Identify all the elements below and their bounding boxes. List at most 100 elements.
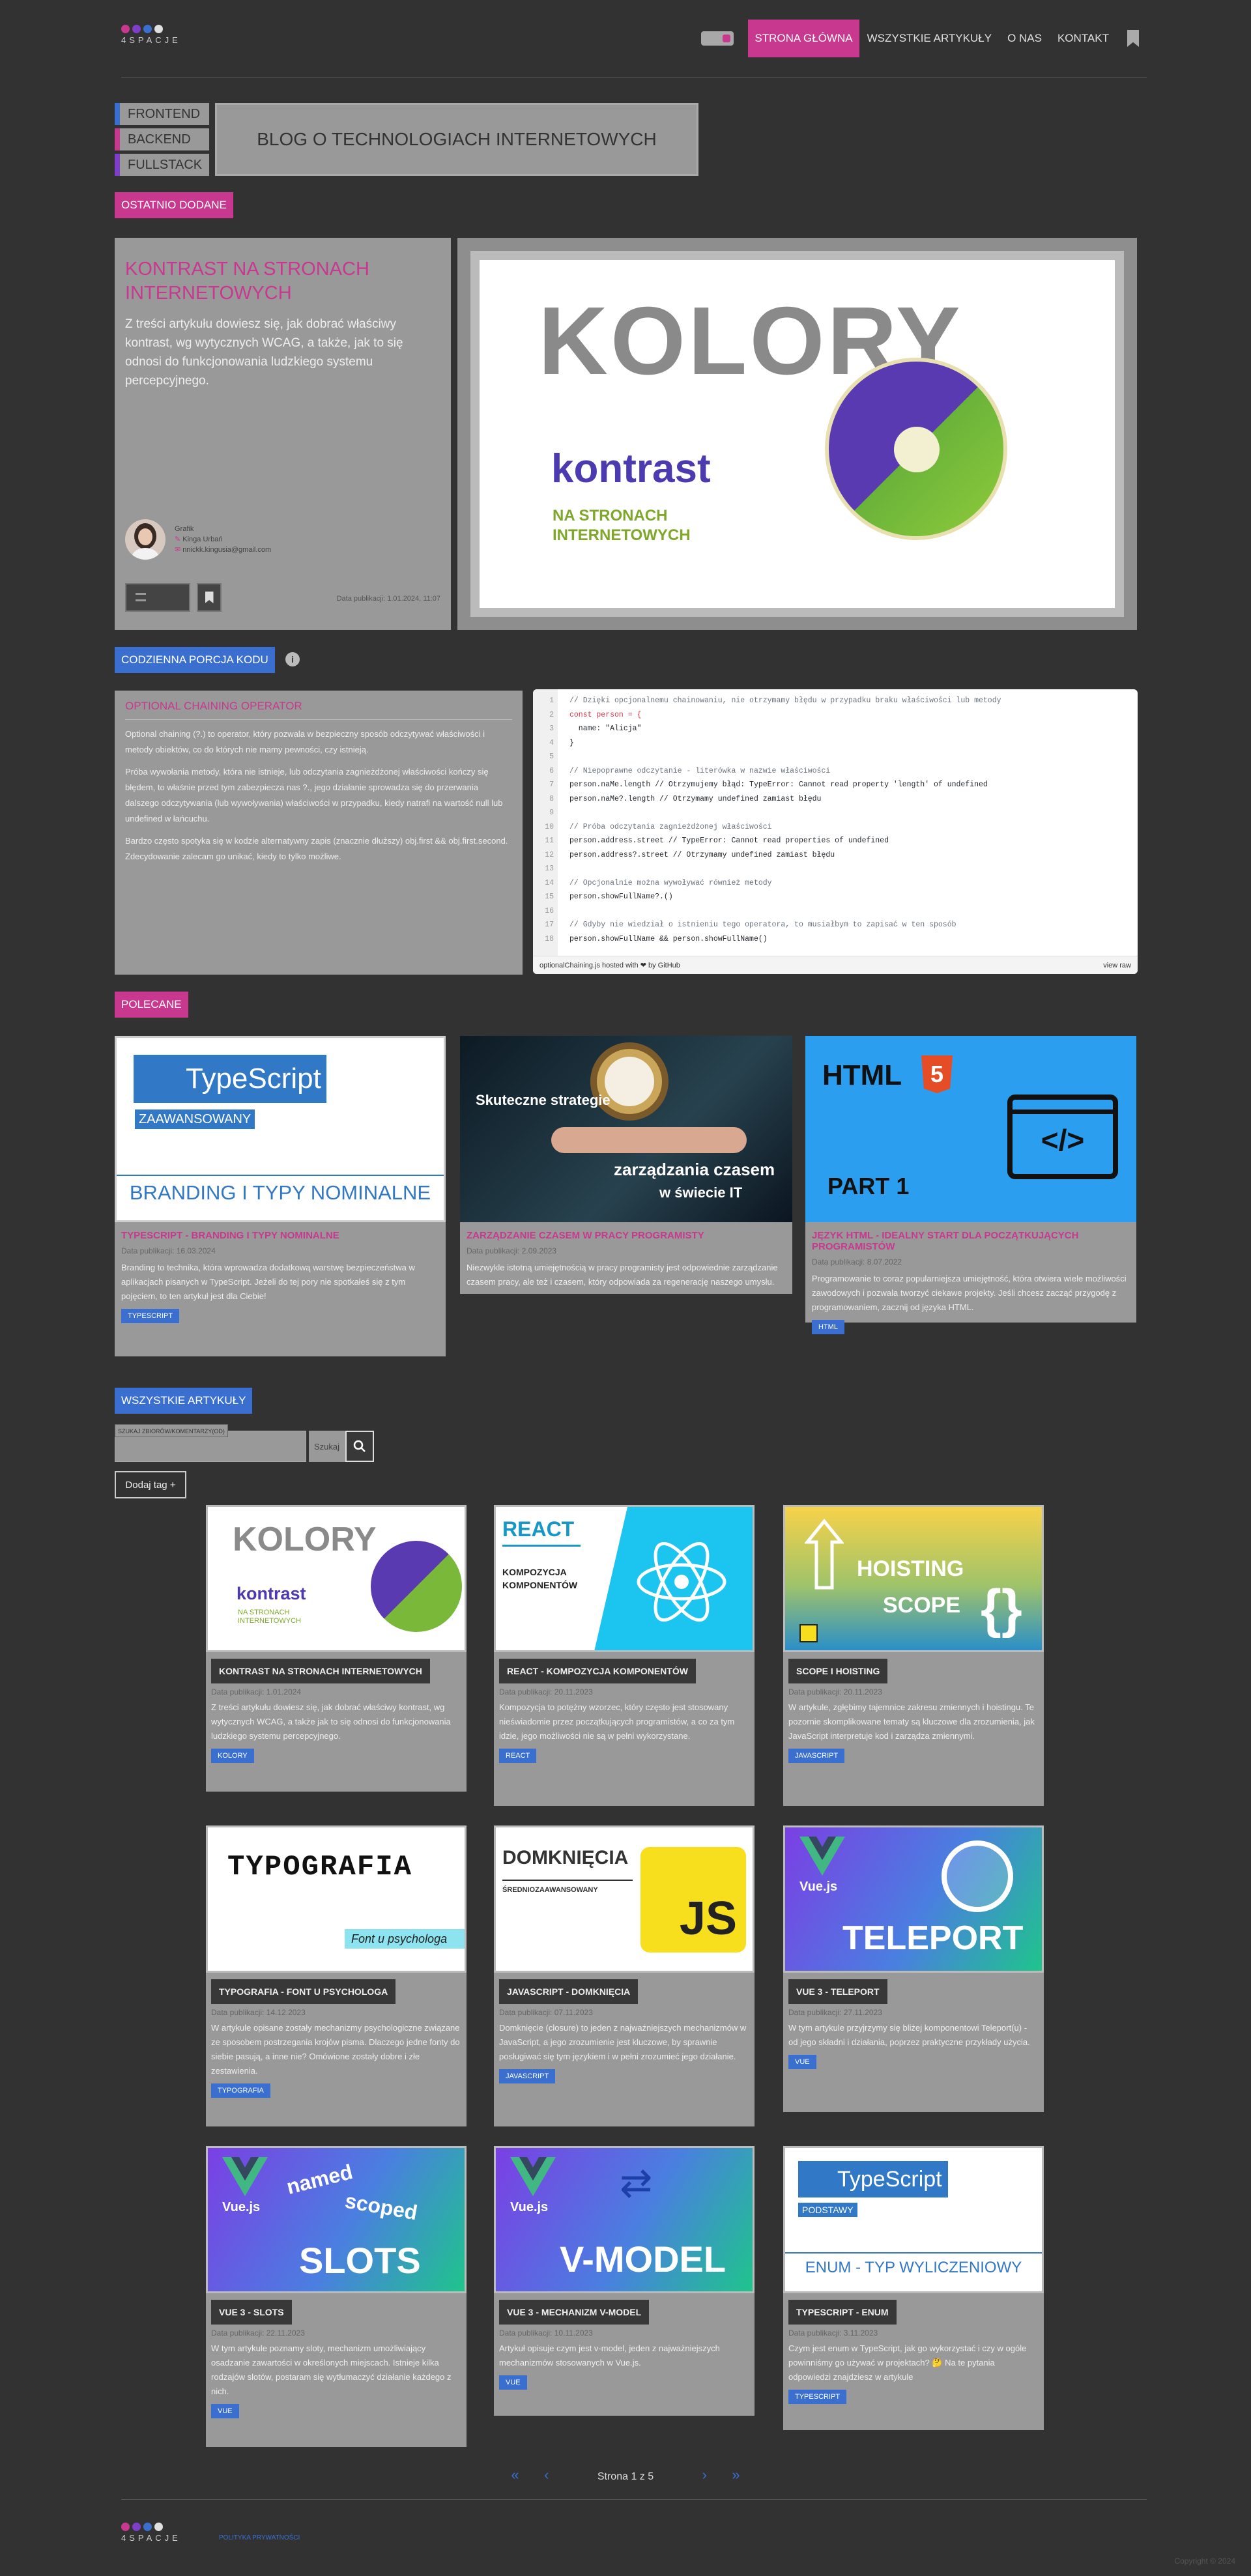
bookmark-icon[interactable]	[1127, 30, 1139, 47]
featured-card-title[interactable]: ZARZĄDZANIE CZASEM W PRACY PROGRAMISTY	[467, 1230, 786, 1241]
article-card-desc: Artykuł opisuje czym jest v-model, jeden…	[499, 2343, 720, 2368]
last-page-button[interactable]: »	[732, 2467, 740, 2483]
line-number: 15	[545, 893, 554, 901]
privacy-policy-link[interactable]: POLITYKA PRYWATNOŚCI	[219, 2534, 300, 2541]
vue-logo-icon	[510, 2157, 556, 2196]
bookmark-icon	[205, 592, 214, 603]
tag-frontend[interactable]: FRONTEND	[115, 103, 209, 125]
article-card-date: Data publikacji: 27.11.2023	[788, 2008, 882, 2017]
code-line: 11 person.address.street // TypeError: Ca…	[533, 835, 889, 848]
blog-title: BLOG O TECHNOLOGIACH INTERNETOWYCH	[215, 103, 698, 176]
featured-card-title[interactable]: JĘZYK HTML - IDEALNY START DLA POCZĄTKUJ…	[812, 1230, 1130, 1252]
article-card-desc: W tym artykule poznamy sloty, mechanizm …	[211, 2343, 452, 2396]
nav-contact[interactable]: KONTAKT	[1050, 20, 1117, 57]
code-text: // Próba odczytania zagnieżdżonej właści…	[569, 822, 772, 831]
image-word: TELEPORT	[842, 1919, 1024, 1957]
footer-logo[interactable]: 4SPACJE	[121, 2523, 181, 2543]
article-card[interactable]: Vue.js TELEPORT VUE 3 - TELEPORT Data pu…	[783, 1825, 1044, 2112]
site-logo[interactable]: 4SPACJE	[121, 25, 181, 45]
next-page-button[interactable]: ›	[702, 2467, 707, 2483]
recent-article-title[interactable]: KONTRAST NA STRONACH INTERNETOWYCH	[125, 257, 440, 306]
tag-button[interactable]: REACT	[499, 1749, 537, 1763]
tag-button[interactable]: JAVASCRIPT	[788, 1749, 845, 1763]
html-logo: HTML	[822, 1059, 902, 1091]
article-card-title[interactable]: VUE 3 - TELEPORT	[788, 1979, 887, 2004]
list-icon	[136, 593, 146, 601]
article-card[interactable]: HOISTING SCOPE {} SCOPE I HOISTING Data …	[783, 1505, 1044, 1806]
avatar	[125, 519, 165, 560]
article-card-desc: W tym artykule przyjrzymy się bliżej kom…	[788, 2023, 1030, 2047]
footer-divider	[121, 2499, 1147, 2500]
tag-button[interactable]: KOLORY	[211, 1749, 254, 1763]
line-number: 8	[549, 794, 554, 803]
first-page-button[interactable]: «	[511, 2467, 519, 2483]
article-card-title[interactable]: JAVASCRIPT - DOMKNIĘCIA	[499, 1979, 639, 2004]
article-card-title[interactable]: REACT - KOMPOZYCJA KOMPONENTÓW	[499, 1659, 696, 1683]
gist-file-link[interactable]: optionalChaining.js hosted with ❤ by Git…	[539, 961, 680, 969]
author-role: Grafik	[175, 525, 194, 533]
image-word: KOLORY	[233, 1521, 377, 1558]
tag-fullstack[interactable]: FULLSTACK	[115, 154, 209, 176]
article-card[interactable]: DOMKNIĘCIA ŚREDNIOZAAWANSOWANY JS JAVASC…	[494, 1825, 755, 2126]
prev-page-button[interactable]: ‹	[544, 2467, 549, 2483]
recent-article-image[interactable]: KOLORY kontrast NA STRONACH INTERNETOWYC…	[457, 238, 1137, 630]
article-card-image: DOMKNIĘCIA ŚREDNIOZAAWANSOWANY JS	[494, 1825, 755, 1973]
tag-button[interactable]: HTML	[812, 1320, 844, 1334]
section-label-featured: POLECANE	[115, 992, 188, 1018]
article-card-desc: Z treści artykułu dowiesz się, jak dobra…	[211, 1702, 451, 1741]
article-card-title[interactable]: KONTRAST NA STRONACH INTERNETOWYCH	[211, 1659, 430, 1683]
gist-view-raw[interactable]: view raw	[1103, 962, 1131, 969]
code-line: 17 // Gdyby nie wiedział o istnieniu tego…	[533, 919, 956, 932]
article-card-title[interactable]: TYPESCRIPT - ENUM	[788, 2300, 897, 2325]
code-line: 18 person.showFullName && person.showFull…	[533, 933, 767, 946]
tag-button[interactable]: VUE	[788, 2055, 816, 2069]
author-email[interactable]: ✉ nnickk.kingusia@gmail.com	[175, 545, 271, 555]
add-tag-button[interactable]: Dodaj tag +	[115, 1471, 186, 1498]
tag-button[interactable]: TYPESCRIPT	[121, 1309, 180, 1323]
featured-card-image: Skuteczne strategie zarządzania czasem w…	[460, 1036, 792, 1222]
code-window-icon: </>	[1007, 1095, 1118, 1179]
tag-button[interactable]: VUE	[499, 2375, 527, 2390]
read-more-button[interactable]	[125, 583, 190, 612]
article-card[interactable]: TypeScript PODSTAWY ENUM - TYP WYLICZENI…	[783, 2146, 1044, 2430]
nav-home[interactable]: STRONA GŁÓWNA	[748, 20, 859, 57]
featured-card[interactable]: HTML 5 </> PART 1 JĘZYK HTML - IDEALNY S…	[805, 1036, 1136, 1334]
tag-backend[interactable]: BACKEND	[115, 128, 209, 150]
article-card-title[interactable]: SCOPE I HOISTING	[788, 1659, 888, 1683]
article-card-desc: Kompozycja to potężny wzorzec, który czę…	[499, 1702, 735, 1741]
article-card-image: Vue.js named scoped SLOTS	[206, 2146, 467, 2293]
tag-button[interactable]: TYPESCRIPT	[788, 2390, 847, 2404]
article-card-title[interactable]: VUE 3 - SLOTS	[211, 2300, 292, 2325]
nav-about[interactable]: O NAS	[999, 20, 1050, 57]
tag-button[interactable]: TYPOGRAFIA	[211, 2083, 270, 2098]
section-label-code: CODZIENNA PORCJA KODU	[115, 647, 275, 673]
tag-button[interactable]: JAVASCRIPT	[499, 2069, 556, 2083]
nav-all-articles[interactable]: WSZYSTKIE ARTYKUŁY	[859, 20, 999, 57]
mail-icon: ✉	[175, 546, 181, 554]
search-button[interactable]	[345, 1431, 374, 1462]
info-icon[interactable]: i	[285, 652, 300, 666]
article-card[interactable]: KOLORY kontrast NA STRONACH INTERNETOWYC…	[206, 1505, 467, 1792]
article-card[interactable]: REACT KOMPOZYCJA KOMPONENTÓW REACT - KOMP…	[494, 1505, 755, 1806]
code-line: 4}	[533, 737, 574, 750]
search-text-button[interactable]: Szukaj	[309, 1431, 348, 1462]
article-card[interactable]: Vue.js ⇄ V-MODEL VUE 3 - MECHANIZM V-MOD…	[494, 2146, 755, 2416]
code-description-panel: OPTIONAL CHAINING OPERATOR Optional chai…	[115, 691, 523, 975]
article-card-title[interactable]: VUE 3 - MECHANIZM V-MODEL	[499, 2300, 650, 2325]
page-indicator: Strona 1 z 5	[597, 2471, 654, 2482]
featured-card-title[interactable]: TYPESCRIPT - BRANDING I TYPY NOMINALNE	[121, 1230, 439, 1241]
line-number: 3	[549, 724, 554, 733]
article-card[interactable]: Vue.js named scoped SLOTS VUE 3 - SLOTS …	[206, 2146, 467, 2447]
featured-card[interactable]: Skuteczne strategie zarządzania czasem w…	[460, 1036, 792, 1294]
code-text: person.address?.street // Otrzymamy unde…	[569, 850, 835, 859]
recent-article-desc: Z treści artykułu dowiesz się, jak dobra…	[125, 317, 403, 388]
line-number: 13	[545, 865, 554, 873]
featured-card[interactable]: TypeScript ZAAWANSOWANY BRANDING I TYPY …	[115, 1036, 446, 1356]
line-number: 12	[545, 850, 554, 859]
author-name-text: Kinga Urbań	[182, 536, 223, 543]
save-bookmark-button[interactable]	[197, 583, 222, 612]
tag-button[interactable]: VUE	[211, 2404, 239, 2418]
theme-toggle[interactable]	[701, 31, 734, 46]
article-card[interactable]: TYPOGRAFIA Font u psychologa TYPOGRAFIA …	[206, 1825, 467, 2126]
article-card-title[interactable]: TYPOGRAFIA - FONT U PSYCHOLOGA	[211, 1979, 396, 2004]
